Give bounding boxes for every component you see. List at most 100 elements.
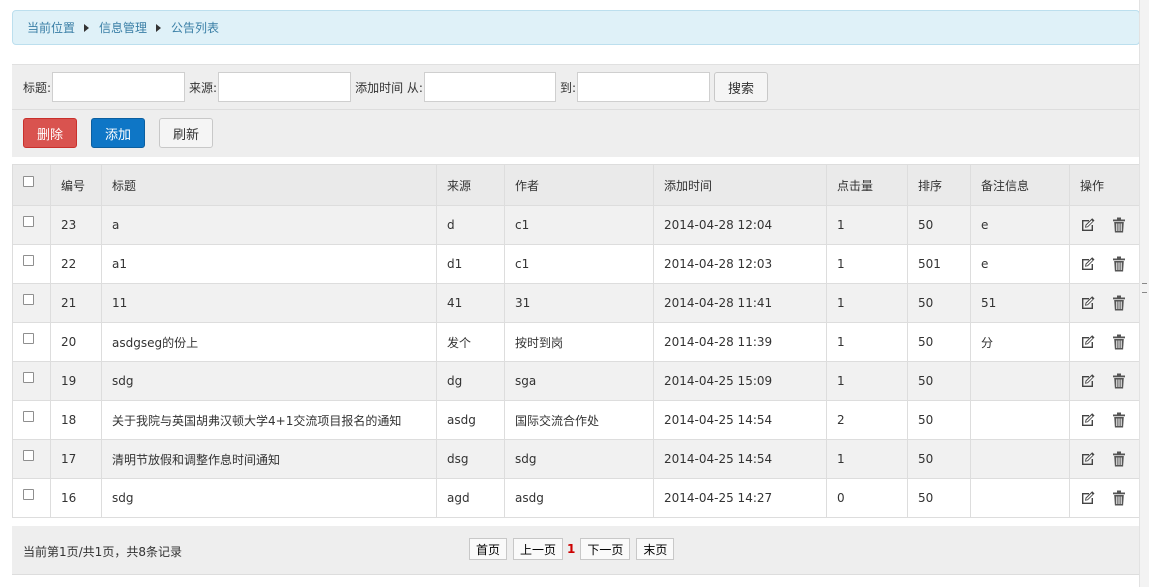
cell-source: 41 [436,283,505,323]
header-remark[interactable]: 备注信息 [970,164,1070,206]
table-row[interactable]: 21 11 41 31 2014-04-28 11:41 1 50 51 [12,283,1141,323]
table-row[interactable]: 17 清明节放假和调整作息时间通知 dsg sdg 2014-04-25 14:54 1 5… [12,439,1141,479]
cell-source: d1 [436,244,505,284]
cell-sort: 50 [907,361,971,401]
trash-icon[interactable] [1112,256,1126,272]
scroll-grip-icon[interactable] [1142,283,1147,293]
cell-added-time: 2014-04-25 15:09 [653,361,827,401]
date-to-label: 到: [559,80,576,95]
cell-clicks: 1 [826,322,908,362]
row-select-cell [12,478,51,518]
row-checkbox[interactable] [23,255,34,266]
add-button[interactable]: 添加 [91,118,145,148]
breadcrumb-item-location: 当前位置 [27,21,76,35]
search-panel: 标题: 来源: 添加时间 从: 到: 搜索 删除 添加 刷新 [12,64,1140,157]
title-input[interactable] [52,72,186,102]
row-checkbox[interactable] [23,450,34,461]
select-all-checkbox[interactable] [23,176,34,187]
row-checkbox[interactable] [23,294,34,305]
cell-source: agd [436,478,505,518]
first-page-button[interactable]: 首页 [469,538,507,560]
cell-source: dg [436,361,505,401]
edit-icon[interactable] [1080,296,1096,310]
trash-icon[interactable] [1112,217,1126,233]
cell-author: 按时到岗 [504,322,654,362]
row-operations [1069,283,1141,323]
cell-source: asdg [436,400,505,440]
edit-icon[interactable] [1080,257,1096,271]
last-page-button[interactable]: 末页 [636,538,675,560]
row-operations [1069,322,1141,362]
row-operations [1069,244,1141,284]
next-page-button[interactable]: 下一页 [580,538,631,560]
cell-id: 23 [50,205,102,245]
date-from-input[interactable] [423,72,556,102]
table-row[interactable]: 23 a d c1 2014-04-28 12:04 1 50 e [12,205,1141,245]
row-checkbox[interactable] [23,489,34,500]
row-checkbox[interactable] [23,372,34,383]
cell-id: 20 [50,322,102,362]
edit-icon[interactable] [1080,413,1096,427]
trash-icon[interactable] [1112,412,1126,428]
edit-icon[interactable] [1080,374,1096,388]
cell-added-time: 2014-04-28 12:04 [653,205,827,245]
row-operations [1069,361,1141,401]
cell-sort: 501 [907,244,971,284]
action-toolbar: 删除 添加 刷新 [23,118,213,148]
edit-icon[interactable] [1080,335,1096,349]
trash-icon[interactable] [1112,334,1126,350]
date-to-input[interactable] [577,72,710,102]
cell-added-time: 2014-04-28 11:39 [653,322,827,362]
caret-right-icon [156,23,162,32]
cell-remark [970,439,1070,479]
header-added-time[interactable]: 添加时间 [653,164,827,206]
edit-icon[interactable] [1080,452,1096,466]
table-row[interactable]: 20 asdgseg的份上 发个 按时到岗 2014-04-28 11:39 1 50 分 [12,322,1141,362]
cell-sort: 50 [907,439,971,479]
row-checkbox[interactable] [23,411,34,422]
search-button[interactable]: 搜索 [714,72,768,102]
header-id[interactable]: 编号 [50,164,102,206]
row-checkbox[interactable] [23,216,34,227]
cell-title: asdgseg的份上 [101,322,437,362]
table-row[interactable]: 18 关于我院与英国胡弗汉顿大学4+1交流项目报名的通知 asdg 国际交流合作处 20… [12,400,1141,440]
vertical-scrollbar[interactable] [1139,0,1149,587]
cell-id: 21 [50,283,102,323]
header-author[interactable]: 作者 [504,164,654,206]
cell-clicks: 1 [826,283,908,323]
cell-title: sdg [101,478,437,518]
header-operations: 操作 [1069,164,1141,206]
cell-author: sga [504,361,654,401]
delete-button[interactable]: 删除 [23,118,77,148]
source-input[interactable] [218,72,352,102]
row-checkbox[interactable] [23,333,34,344]
trash-icon[interactable] [1112,373,1126,389]
cell-author: c1 [504,244,654,284]
header-title[interactable]: 标题 [101,164,437,206]
header-source[interactable]: 来源 [436,164,505,206]
edit-icon[interactable] [1080,491,1096,505]
trash-icon[interactable] [1112,490,1126,506]
breadcrumb-item-info-management[interactable]: 信息管理 [99,19,147,36]
breadcrumb-item-notice-list[interactable]: 公告列表 [171,19,219,36]
cell-clicks: 1 [826,361,908,401]
cell-id: 17 [50,439,102,479]
prev-page-button[interactable]: 上一页 [513,538,563,560]
cell-source: 发个 [436,322,505,362]
header-clicks[interactable]: 点击量 [826,164,908,206]
cell-author: asdg [504,478,654,518]
refresh-button[interactable]: 刷新 [159,118,213,148]
cell-id: 22 [50,244,102,284]
cell-remark [970,400,1070,440]
table-row[interactable]: 22 a1 d1 c1 2014-04-28 12:03 1 501 e [12,244,1141,284]
trash-icon[interactable] [1112,295,1126,311]
table-row[interactable]: 19 sdg dg sga 2014-04-25 15:09 1 50 [12,361,1141,401]
row-operations [1069,478,1141,518]
cell-title: 清明节放假和调整作息时间通知 [101,439,437,479]
row-select-cell [12,283,51,323]
header-sort[interactable]: 排序 [907,164,971,206]
cell-title: 关于我院与英国胡弗汉顿大学4+1交流项目报名的通知 [101,400,437,440]
edit-icon[interactable] [1080,218,1096,232]
table-row[interactable]: 16 sdg agd asdg 2014-04-25 14:27 0 50 [12,478,1141,518]
trash-icon[interactable] [1112,451,1126,467]
